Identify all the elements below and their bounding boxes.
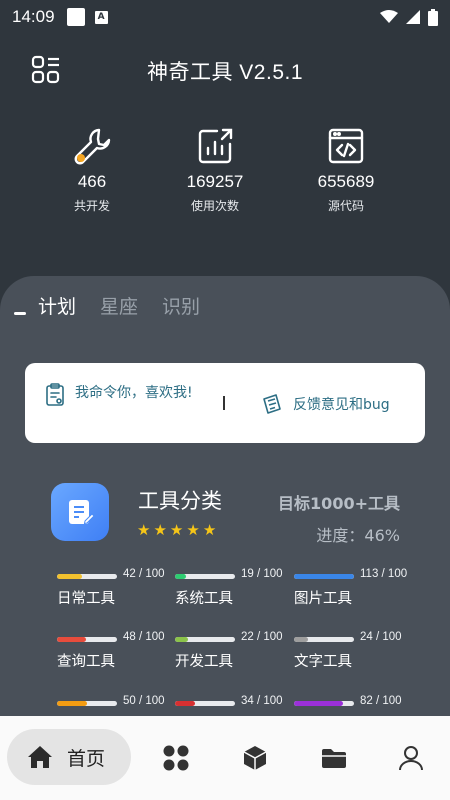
tab-constellation[interactable]: 星座	[100, 292, 138, 319]
apps-icon[interactable]	[162, 744, 190, 772]
tab-indicator	[14, 312, 26, 315]
tool-progress-fill	[294, 701, 344, 706]
tool-name: 文字工具	[294, 654, 352, 670]
tool-count: 19 / 100	[241, 568, 283, 580]
tool-count: 50 / 100	[123, 695, 165, 707]
clipboard-icon	[46, 383, 64, 406]
tool-count: 113 / 100	[360, 568, 408, 580]
tab-bar: 计划 星座 识别	[38, 292, 200, 319]
tab-plan[interactable]: 计划	[38, 292, 76, 319]
notification-icon	[66, 8, 85, 26]
star-icon: ★	[153, 521, 167, 539]
tool-name: 开发工具	[175, 654, 233, 670]
tool-progress-bar	[57, 574, 117, 579]
tool-progress-fill	[57, 637, 86, 642]
progress-text: 进度：46%	[316, 526, 400, 545]
feedback-icon	[263, 394, 281, 414]
status-bar: 14:09 A	[0, 0, 450, 34]
feedback-text: 反馈意见和bug	[293, 397, 390, 413]
like-button[interactable]: 我命令你，喜欢我!	[45, 383, 195, 407]
tool-progress-bar	[57, 701, 117, 706]
tool-name: 系统工具	[175, 591, 233, 607]
rating-stars: ★ ★ ★ ★ ★	[137, 521, 216, 539]
tool-progress-bar	[175, 637, 235, 642]
tool-progress-bar	[57, 637, 117, 642]
tab-recognize[interactable]: 识别	[162, 292, 200, 319]
star-icon: ★	[202, 521, 217, 539]
battery-icon	[428, 8, 438, 26]
tool-count: 22 / 100	[241, 631, 283, 643]
tool-count: 82 / 100	[360, 695, 402, 707]
stat-source-code: 655689 源代码	[286, 126, 406, 214]
tool-progress-fill	[175, 701, 196, 706]
star-icon: ★	[186, 521, 200, 539]
tool-progress-fill	[294, 574, 354, 579]
stat-label: 使用次数	[190, 199, 239, 213]
app-title: 神奇工具 V2.5.1	[146, 61, 304, 84]
tool-progress-fill	[175, 637, 189, 642]
nav-home-label: 首页	[67, 747, 106, 770]
code-icon	[328, 128, 364, 164]
tool-progress-fill	[57, 574, 83, 579]
stat-label: 共开发	[73, 199, 110, 213]
status-time: 14:09	[12, 7, 55, 26]
bottom-nav: 首页	[0, 716, 450, 800]
star-icon: ★	[137, 521, 151, 539]
category-title: 工具分类	[138, 489, 222, 513]
tool-count: 24 / 100	[360, 631, 402, 643]
tool-count: 48 / 100	[123, 631, 165, 643]
wrench-icon	[74, 128, 111, 165]
tool-count: 42 / 100	[123, 568, 165, 580]
content-panel: 计划 星座 识别 我命令你，喜欢我! 反馈意见和bug 工具分类 ★ ★ ★ ★…	[0, 276, 450, 716]
tool-name: 查询工具	[57, 654, 115, 670]
nav-home[interactable]: 首页	[7, 729, 131, 785]
tool-progress-bar	[294, 637, 354, 642]
feedback-button[interactable]: 反馈意见和bug	[261, 393, 390, 415]
card-divider	[223, 396, 225, 410]
stat-value: 466	[77, 172, 107, 191]
stat-developed: 466 共开发	[32, 126, 152, 214]
stat-value: 655689	[317, 172, 375, 191]
category-icon	[51, 483, 109, 541]
tool-progress-bar	[175, 574, 235, 579]
wifi-icon	[380, 10, 398, 23]
tool-name: 日常工具	[57, 591, 115, 607]
star-icon: ★	[169, 521, 184, 539]
folder-icon[interactable]	[320, 744, 348, 772]
goal-text: 目标1000+工具	[278, 494, 400, 513]
stat-value: 169257	[186, 172, 244, 191]
document-edit-icon	[69, 500, 95, 525]
tool-progress-bar	[294, 574, 354, 579]
signal-icon	[406, 10, 420, 24]
header: 神奇工具 V2.5.1	[0, 50, 450, 90]
stat-usage: 169257 使用次数	[155, 126, 275, 214]
like-text: 我命令你，喜欢我!	[75, 385, 193, 401]
stat-label: 源代码	[327, 199, 364, 213]
tool-progress-fill	[57, 701, 87, 706]
tool-progress-fill	[175, 574, 187, 579]
chart-icon	[198, 128, 233, 164]
tool-progress-bar	[175, 701, 235, 706]
action-card: 我命令你，喜欢我! 反馈意见和bug	[25, 363, 425, 443]
user-icon[interactable]	[397, 744, 425, 772]
tool-progress-fill	[294, 637, 309, 642]
tool-progress-bar	[294, 701, 354, 706]
keyboard-a-icon: A	[94, 10, 108, 24]
tool-count: 34 / 100	[241, 695, 283, 707]
cube-icon[interactable]	[241, 744, 269, 772]
home-icon	[28, 746, 52, 768]
tool-name: 图片工具	[294, 591, 352, 607]
